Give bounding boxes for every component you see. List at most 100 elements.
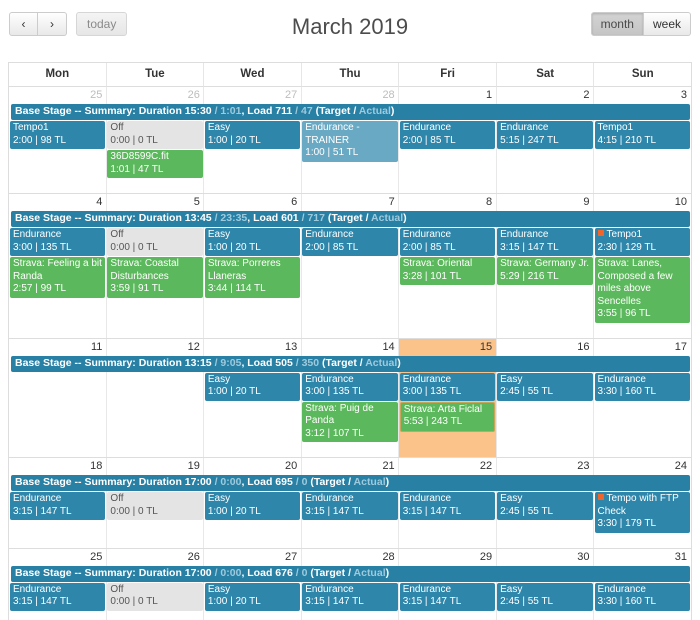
activity-event[interactable]: Strava: Feeling a bit Randa 2:57 | 99 TL bbox=[10, 257, 106, 298]
workout-event[interactable]: Endurance 3:30 | 160 TL bbox=[594, 372, 690, 401]
day-number[interactable]: 27 bbox=[204, 87, 301, 103]
day-number[interactable]: 7 bbox=[301, 194, 398, 210]
workout-event[interactable]: Endurance 3:00 | 135 TL bbox=[302, 372, 398, 401]
calendar-week-row: 4 5 6 7 8 9 10 Base Stage -- Summary: Duration … bbox=[9, 194, 692, 339]
workout-event[interactable]: Endurance 3:15 | 147 TL bbox=[10, 492, 106, 520]
workout-event[interactable]: Easy 1:00 | 20 TL bbox=[204, 492, 301, 520]
day-number[interactable]: 17 bbox=[594, 339, 691, 355]
workout-event[interactable]: Endurance 3:00 | 135 TL bbox=[10, 228, 106, 256]
workout-event[interactable]: Endurance - TRAINER 1:00 | 51 TL bbox=[302, 121, 398, 162]
workout-event[interactable]: Endurance 2:00 | 85 TL bbox=[399, 121, 496, 149]
day-number[interactable]: 9 bbox=[496, 194, 593, 210]
event-metrics: 2:57 | 99 TL bbox=[13, 283, 67, 294]
workout-event[interactable]: Endurance 5:15 | 247 TL bbox=[497, 121, 593, 149]
activity-event[interactable]: Strava: Coastal Disturbances 3:59 | 91 TL bbox=[107, 257, 203, 298]
workout-event[interactable]: Easy 1:00 | 20 TL bbox=[204, 372, 301, 401]
day-number[interactable]: 20 bbox=[204, 458, 301, 474]
workout-event[interactable]: Endurance 3:15 | 147 TL bbox=[399, 492, 496, 520]
workout-event[interactable]: Tempo1 2:00 | 98 TL bbox=[10, 121, 106, 149]
chevron-right-icon: › bbox=[50, 17, 54, 31]
workout-event[interactable]: Tempo with FTP Check 3:30 | 179 TL bbox=[594, 492, 690, 533]
activity-event[interactable]: Strava: Puig de Panda 3:12 | 107 TL bbox=[302, 401, 398, 442]
workout-event[interactable]: Endurance 3:15 | 147 TL bbox=[10, 582, 106, 611]
week-event-row: Tempo1 2:00 | 98 TL Off 0:00 | 0 TL 36D8599C… bbox=[9, 121, 691, 179]
day-number[interactable]: 25 bbox=[9, 87, 106, 103]
rest-day-event[interactable]: Off 0:00 | 0 TL bbox=[107, 228, 203, 256]
day-number[interactable]: 3 bbox=[594, 87, 691, 103]
day-number[interactable]: 23 bbox=[496, 458, 593, 474]
day-number[interactable]: 30 bbox=[496, 549, 593, 565]
day-number[interactable]: 10 bbox=[594, 194, 691, 210]
workout-event[interactable]: Endurance 2:00 | 85 TL bbox=[399, 228, 496, 256]
week-summary-bar[interactable]: Base Stage -- Summary: Duration 13:15 / … bbox=[11, 355, 690, 372]
week-summary-bar[interactable]: Base Stage -- Summary: Duration 15:30 / … bbox=[11, 104, 690, 120]
prev-month-button[interactable]: ‹ bbox=[9, 12, 38, 36]
workout-event[interactable]: Easy 1:00 | 20 TL bbox=[204, 582, 301, 611]
day-number[interactable]: 27 bbox=[204, 549, 301, 565]
workout-event[interactable]: Endurance 3:15 | 147 TL bbox=[497, 228, 593, 256]
event-metrics: 0:00 | 0 TL bbox=[110, 134, 158, 146]
day-number[interactable]: 6 bbox=[204, 194, 301, 210]
day-number[interactable]: 19 bbox=[106, 458, 203, 474]
workout-event[interactable]: Easy 2:45 | 55 TL bbox=[497, 492, 593, 520]
week-summary-bar[interactable]: Base Stage -- Summary: Duration 13:45 / … bbox=[11, 211, 690, 227]
rest-day-event[interactable]: Off 0:00 | 0 TL bbox=[107, 582, 203, 611]
next-month-button[interactable]: › bbox=[38, 12, 67, 36]
day-number[interactable]: 25 bbox=[9, 549, 106, 565]
workout-event[interactable]: Easy 2:45 | 55 TL bbox=[497, 582, 593, 611]
day-number[interactable]: 22 bbox=[399, 458, 496, 474]
day-number[interactable]: 26 bbox=[106, 87, 203, 103]
day-number[interactable]: 15 bbox=[399, 339, 496, 355]
day-number[interactable]: 4 bbox=[9, 194, 106, 210]
today-button[interactable]: today bbox=[76, 12, 128, 36]
day-number[interactable]: 16 bbox=[496, 339, 593, 355]
day-number[interactable]: 13 bbox=[204, 339, 301, 355]
workout-event[interactable]: Endurance 3:15 | 147 TL bbox=[302, 492, 398, 520]
toolbar-left-group: ‹ › today bbox=[9, 12, 128, 36]
day-number[interactable]: 21 bbox=[301, 458, 398, 474]
view-button-group: month week bbox=[590, 12, 691, 36]
activity-event[interactable]: Strava: Oriental 3:28 | 101 TL bbox=[399, 257, 496, 285]
day-number[interactable]: 28 bbox=[301, 87, 398, 103]
workout-event[interactable]: Endurance 2:00 | 85 TL bbox=[302, 228, 398, 256]
day-number[interactable]: 5 bbox=[106, 194, 203, 210]
activity-event[interactable]: Strava: Lanes, Composed a few miles abov… bbox=[594, 257, 690, 323]
workout-event[interactable]: Tempo1 2:30 | 129 TL bbox=[594, 228, 690, 256]
activity-event[interactable]: 36D8599C.fit 1:01 | 47 TL bbox=[107, 150, 203, 178]
activity-event[interactable]: Strava: Germany Jr. 5:29 | 216 TL bbox=[497, 257, 593, 285]
nav-button-group: ‹ › bbox=[9, 12, 67, 36]
day-number[interactable]: 29 bbox=[399, 549, 496, 565]
day-number[interactable]: 2 bbox=[496, 87, 593, 103]
day-number[interactable]: 11 bbox=[9, 339, 106, 355]
event-title: Easy bbox=[208, 229, 297, 242]
activity-event[interactable]: Strava: Porreres Llaneras 3:44 | 114 TL bbox=[204, 257, 301, 298]
event-title-text: Strava: Puig de Panda bbox=[305, 402, 374, 427]
day-event-column: Endurance 2:00 | 85 TL bbox=[399, 121, 496, 179]
day-number[interactable]: 24 bbox=[594, 458, 691, 474]
day-number[interactable]: 12 bbox=[106, 339, 203, 355]
workout-event[interactable]: Easy 2:45 | 55 TL bbox=[497, 372, 593, 401]
workout-event[interactable]: Endurance 3:30 | 160 TL bbox=[594, 582, 690, 611]
workout-event[interactable]: Endurance 3:00 | 135 TL bbox=[399, 372, 496, 401]
summary-prefix: Base Stage -- Summary: Duration bbox=[15, 476, 185, 488]
week-summary-bar[interactable]: Base Stage -- Summary: Duration 17:00 / … bbox=[11, 565, 690, 582]
rest-day-event[interactable]: Off 0:00 | 0 TL bbox=[107, 121, 203, 149]
workout-event[interactable]: Endurance 3:15 | 147 TL bbox=[399, 582, 496, 611]
view-month-button[interactable]: month bbox=[590, 12, 644, 36]
day-number[interactable]: 1 bbox=[399, 87, 496, 103]
day-number[interactable]: 18 bbox=[9, 458, 106, 474]
day-number[interactable]: 28 bbox=[301, 549, 398, 565]
day-number[interactable]: 26 bbox=[106, 549, 203, 565]
activity-event[interactable]: Strava: Arta Ficlal 5:53 | 243 TL bbox=[399, 401, 496, 432]
day-number[interactable]: 14 bbox=[301, 339, 398, 355]
rest-day-event[interactable]: Off 0:00 | 0 TL bbox=[107, 492, 203, 520]
day-number[interactable]: 8 bbox=[399, 194, 496, 210]
view-week-button[interactable]: week bbox=[643, 12, 691, 36]
week-summary-bar[interactable]: Base Stage -- Summary: Duration 17:00 / … bbox=[11, 475, 690, 491]
day-number[interactable]: 31 bbox=[594, 549, 691, 565]
calendar-grid: Mon Tue Wed Thu Fri Sat Sun 25 26 27 28 1 2 3 Base St… bbox=[8, 62, 692, 620]
workout-event[interactable]: Tempo1 4:15 | 210 TL bbox=[594, 121, 690, 149]
workout-event[interactable]: Easy 1:00 | 20 TL bbox=[204, 228, 301, 256]
workout-event[interactable]: Easy 1:00 | 20 TL bbox=[204, 121, 301, 149]
workout-event[interactable]: Endurance 3:15 | 147 TL bbox=[302, 582, 398, 611]
